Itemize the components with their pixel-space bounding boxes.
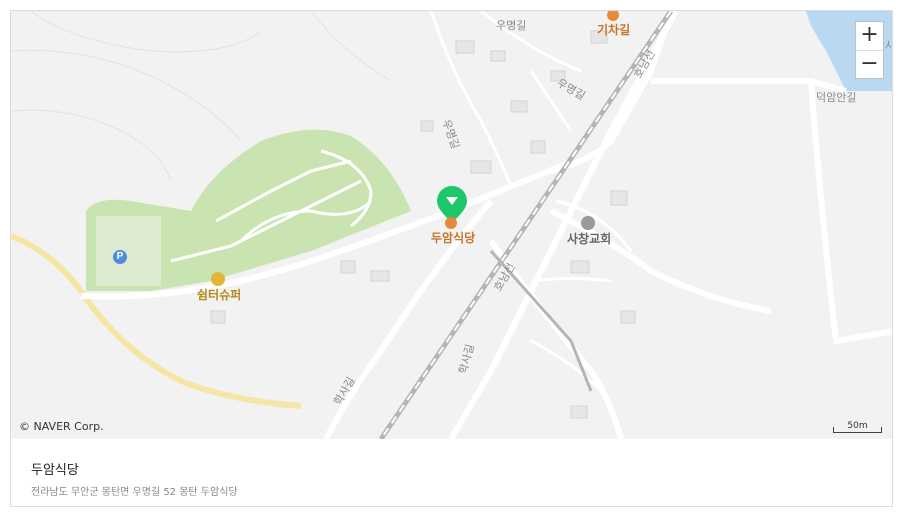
- parking-icon[interactable]: P: [113, 250, 127, 264]
- shop-icon: [211, 272, 225, 286]
- poi-label: 쉼터슈퍼: [197, 288, 242, 302]
- zoom-in-button[interactable]: +: [856, 22, 883, 50]
- street-label-deokam: 덕암안길: [816, 91, 857, 104]
- poi-church[interactable]: 사창교회: [567, 216, 611, 247]
- place-address: 전라남도 무안군 몽탄면 우명길 52 몽탄 두암식당: [31, 487, 238, 498]
- place-title[interactable]: 두암식당: [31, 459, 79, 478]
- scale-bar: 50m: [833, 421, 882, 433]
- copyright-text: © NAVER Corp.: [19, 420, 104, 433]
- zoom-out-button[interactable]: −: [856, 50, 883, 79]
- poi-label: 사창교회: [567, 232, 612, 246]
- place-info: 두암식당 전라남도 무안군 몽탄면 우명길 52 몽탄 두암식당: [11, 439, 892, 506]
- poi-label: 두암식당: [431, 231, 476, 245]
- street-label-partial: 사: [885, 37, 892, 53]
- scale-bar-line: [833, 427, 882, 433]
- zoom-control: + −: [855, 21, 884, 79]
- street-label-woomyeong: 우명길: [496, 19, 527, 32]
- poi-restaurant[interactable]: 두암식당: [431, 217, 475, 246]
- church-icon: [581, 216, 595, 230]
- restaurant-icon: [445, 217, 457, 229]
- parking-lot: [96, 216, 161, 286]
- poi-label: 기차길: [597, 23, 631, 37]
- restaurant-icon: [607, 11, 619, 21]
- map-view[interactable]: 우명길 우명길 우명길 덕암안길 사 호남선 호남선 학사길 학사길 기차길 P…: [11, 11, 892, 439]
- railway: [378, 11, 674, 439]
- poi-top-restaurant[interactable]: 기차길: [597, 11, 630, 38]
- poi-shop[interactable]: 쉼터슈퍼: [197, 272, 241, 303]
- map-card: 우명길 우명길 우명길 덕암안길 사 호남선 호남선 학사길 학사길 기차길 P…: [10, 10, 893, 507]
